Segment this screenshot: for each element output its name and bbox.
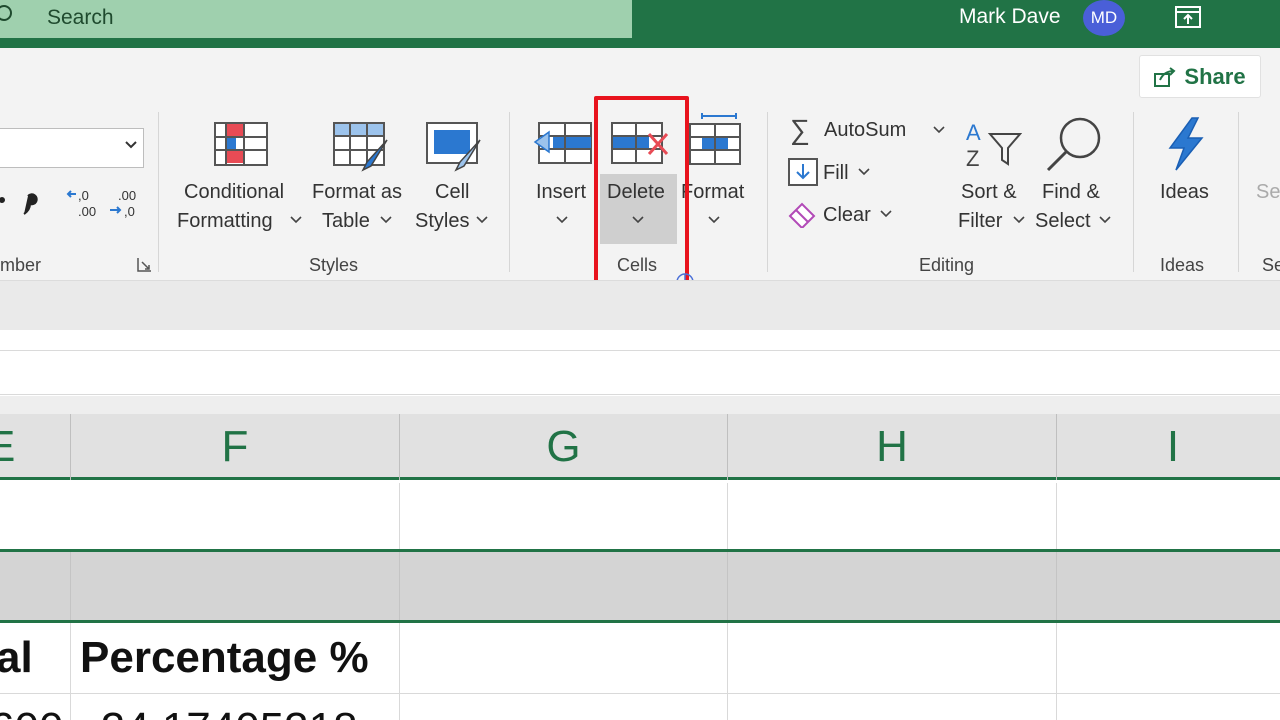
- cell[interactable]: [400, 623, 728, 693]
- comma-style-icon[interactable]: [0, 188, 40, 224]
- chevron-down-icon: [290, 216, 302, 224]
- search-placeholder: Search: [47, 6, 114, 29]
- group-separator: [509, 112, 510, 272]
- svg-text:Z: Z: [966, 146, 979, 170]
- sort-filter-label-1[interactable]: Sort &: [961, 181, 1017, 204]
- cell[interactable]: [400, 483, 728, 550]
- chevron-down-icon: [380, 216, 392, 224]
- conditional-formatting-label-1[interactable]: Conditional: [184, 181, 284, 204]
- lightning-bolt-icon: [1168, 117, 1204, 171]
- sigma-icon: ∑: [790, 114, 810, 145]
- number-group-label: mber: [0, 255, 42, 275]
- share-label: Share: [1184, 63, 1246, 89]
- column-header-e[interactable]: E: [0, 414, 71, 480]
- cut-off-group-label: Se: [1262, 255, 1280, 275]
- format-as-table-icon: [333, 122, 388, 172]
- table-row: al Percentage %: [0, 623, 1280, 693]
- format-as-table-label-1[interactable]: Format as: [312, 181, 402, 204]
- fill-label[interactable]: Fill: [823, 162, 849, 185]
- svg-text:A: A: [966, 120, 981, 145]
- cell-f-value: -24.17405318: [86, 704, 358, 720]
- find-magnifier-icon: [1046, 117, 1101, 172]
- cell[interactable]: [71, 552, 400, 620]
- ideas-button-label[interactable]: Ideas: [1160, 181, 1209, 204]
- cell[interactable]: [728, 483, 1057, 550]
- svg-text:,0: ,0: [78, 188, 89, 203]
- cell-f-header: Percentage %: [80, 633, 369, 682]
- highlight-annotation: [594, 96, 689, 285]
- conditional-formatting-label-2[interactable]: Formatting: [177, 210, 273, 233]
- search-icon: [0, 5, 12, 21]
- share-button[interactable]: Share: [1139, 55, 1261, 98]
- format-label[interactable]: Format: [681, 181, 744, 204]
- chevron-down-icon: [858, 168, 870, 176]
- formula-bar[interactable]: [0, 350, 1280, 395]
- column-header-f[interactable]: F: [71, 414, 400, 480]
- group-separator: [1133, 112, 1134, 272]
- column-header-i[interactable]: I: [1057, 414, 1280, 480]
- format-as-table-label-2[interactable]: Table: [322, 210, 370, 233]
- avatar[interactable]: MD: [1083, 0, 1125, 36]
- number-format-dropdown[interactable]: [0, 128, 144, 168]
- cell-styles-icon: [426, 122, 481, 172]
- chevron-down-icon: [556, 216, 568, 224]
- chevron-down-icon: [1099, 216, 1111, 224]
- svg-text:.00: .00: [78, 204, 96, 219]
- search-box[interactable]: Search: [0, 0, 632, 38]
- cell[interactable]: [0, 483, 400, 550]
- column-header-row: E F G H I: [0, 414, 1280, 480]
- svg-text:.00: .00: [118, 188, 136, 203]
- chevron-down-icon: [880, 210, 892, 218]
- table-row: [0, 483, 1280, 550]
- table-row: 600 -24.17405318: [0, 693, 1280, 720]
- title-bar: Search Mark Dave MD: [0, 0, 1280, 48]
- formula-bar-spacer: [0, 396, 1280, 414]
- insert-cells-icon: [533, 122, 592, 164]
- chevron-down-icon: [476, 216, 488, 224]
- column-header-g[interactable]: G: [400, 414, 728, 480]
- cell-e-value: 600: [0, 704, 63, 720]
- dialog-launcher-icon[interactable]: [137, 257, 152, 272]
- fill-down-icon: [788, 158, 818, 186]
- clear-label[interactable]: Clear: [823, 204, 871, 227]
- column-header-h[interactable]: H: [728, 414, 1057, 480]
- cell[interactable]: [400, 694, 728, 720]
- chevron-down-icon: [708, 216, 720, 224]
- user-name[interactable]: Mark Dave: [959, 5, 1061, 29]
- group-separator: [767, 112, 768, 272]
- sort-filter-label-2[interactable]: Filter: [958, 210, 1002, 233]
- styles-group-label: Styles: [309, 255, 359, 275]
- autosum-label[interactable]: AutoSum: [824, 119, 906, 142]
- sort-filter-icon: A Z: [966, 120, 1022, 170]
- svg-text:,0: ,0: [124, 204, 135, 219]
- increase-decimal-icon[interactable]: ,0 .00: [66, 188, 100, 220]
- group-separator: [1238, 112, 1239, 272]
- chevron-down-icon: [1013, 216, 1025, 224]
- cell-styles-label-2[interactable]: Styles: [415, 210, 469, 233]
- cell-e-fragment: al: [0, 633, 33, 682]
- cell[interactable]: [400, 552, 728, 620]
- table-row: [0, 552, 1280, 620]
- cell[interactable]: [728, 552, 1057, 620]
- ideas-group-label: Ideas: [1160, 255, 1205, 275]
- cell-styles-label-1[interactable]: Cell: [435, 181, 469, 204]
- cut-off-button-label[interactable]: Se: [1256, 181, 1280, 204]
- cell[interactable]: [728, 623, 1057, 693]
- ribbon-bottom-gap: [0, 280, 1280, 330]
- decrease-decimal-icon[interactable]: .00 ,0: [108, 188, 142, 220]
- ribbon-display-options-icon[interactable]: [1175, 6, 1201, 28]
- cell[interactable]: [728, 694, 1057, 720]
- conditional-formatting-icon: [214, 122, 268, 166]
- insert-label[interactable]: Insert: [536, 181, 586, 204]
- eraser-icon: [788, 202, 816, 228]
- find-select-label-1[interactable]: Find &: [1042, 181, 1100, 204]
- editing-group-label: Editing: [919, 255, 975, 275]
- find-select-label-2[interactable]: Select: [1035, 210, 1091, 233]
- share-icon: [1154, 66, 1176, 87]
- chevron-down-icon: [933, 126, 945, 134]
- chevron-down-icon: [125, 141, 137, 149]
- cell[interactable]: [0, 552, 71, 620]
- format-cells-icon: [689, 113, 741, 165]
- group-separator: [158, 112, 159, 272]
